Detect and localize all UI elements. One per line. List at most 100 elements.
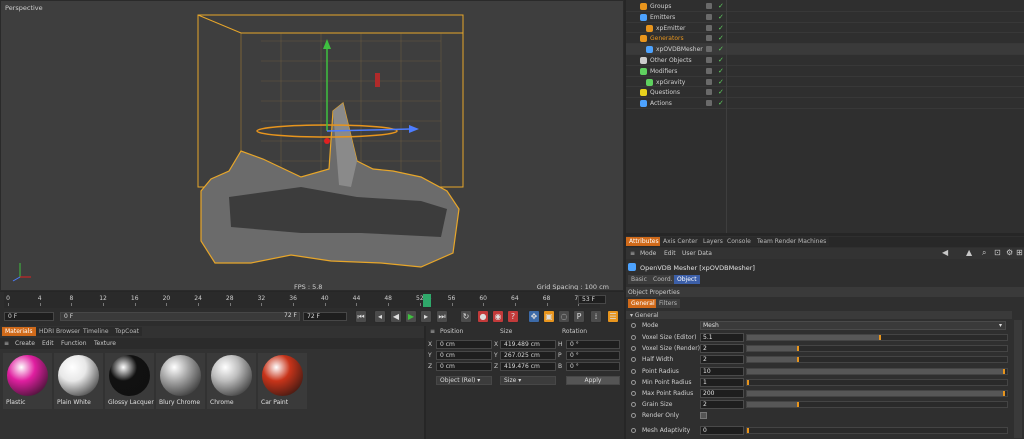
param-bullet-icon[interactable] <box>631 335 636 340</box>
layer-flag-icon[interactable] <box>706 100 712 107</box>
visibility-flags[interactable]: ✓ <box>706 34 726 43</box>
tab-console[interactable]: Console <box>724 237 754 246</box>
param-slider[interactable] <box>746 378 1008 386</box>
size-field[interactable]: 419.476 cm <box>500 362 556 371</box>
param-bullet-icon[interactable] <box>631 413 636 418</box>
enabled-check-icon[interactable]: ✓ <box>718 78 724 86</box>
menu-user-data[interactable]: User Data <box>682 250 712 257</box>
mode-select[interactable]: Mesh ▾ <box>700 321 1006 330</box>
start-frame-field[interactable]: 0 F <box>4 312 54 321</box>
param-value-field[interactable]: 2 <box>700 344 744 354</box>
end-frame-field[interactable]: 72 F <box>303 312 347 321</box>
rotation-field[interactable]: 0 ° <box>566 340 620 349</box>
param-bullet-icon[interactable] <box>631 346 636 352</box>
attr-menu-icon[interactable]: ≡ <box>630 250 635 257</box>
tab-attributes[interactable]: Attributes <box>626 237 662 246</box>
key-param-toggle[interactable]: P <box>573 310 585 323</box>
coord-mode-select[interactable]: Object (Rel) ▾ <box>436 376 492 385</box>
tab-layers[interactable]: Layers <box>700 237 726 246</box>
enabled-check-icon[interactable]: ✓ <box>718 67 724 75</box>
mesh-adaptivity-field[interactable]: 0 <box>700 426 744 435</box>
layer-flag-icon[interactable] <box>706 3 712 9</box>
param-bullet-icon[interactable] <box>631 391 636 396</box>
new-panel-icon[interactable]: ⊞ <box>1016 248 1023 257</box>
visibility-flags[interactable]: ✓ <box>706 2 726 11</box>
tab-hdri-browser[interactable]: HDRI Browser <box>36 327 84 336</box>
menu-mode[interactable]: Mode <box>640 250 656 257</box>
play-reverse-button[interactable]: ◀ <box>390 310 402 323</box>
object-row[interactable]: Generators ✓ <box>626 33 1024 45</box>
param-slider[interactable] <box>746 390 1008 397</box>
record-button[interactable]: ● <box>477 310 489 323</box>
keyframe-sel-button[interactable]: ? <box>507 310 519 323</box>
param-bullet-icon[interactable] <box>631 428 636 433</box>
play-button[interactable]: ▶ <box>405 310 417 323</box>
param-slider[interactable] <box>746 356 1008 364</box>
menu-attr-edit[interactable]: Edit <box>664 250 676 257</box>
object-row[interactable]: Groups ✓ <box>626 1 1024 12</box>
tab-object[interactable]: Object <box>674 275 700 284</box>
layer-flag-icon[interactable] <box>706 57 712 63</box>
param-bullet-icon[interactable] <box>631 402 636 408</box>
rotation-field[interactable]: 0 ° <box>566 351 620 360</box>
param-value-field[interactable]: 2 <box>700 400 744 410</box>
param-bullet-icon[interactable] <box>631 368 636 374</box>
object-row[interactable]: Emitters ✓ <box>626 12 1024 23</box>
visibility-flags[interactable]: ✓ <box>706 13 726 22</box>
enabled-check-icon[interactable]: ✓ <box>718 56 724 64</box>
mesh-adaptivity-slider[interactable] <box>746 427 1008 434</box>
tab-team-render[interactable]: Team Render Machines <box>754 237 830 246</box>
param-bullet-icon[interactable] <box>631 379 636 385</box>
up-arrow-icon[interactable]: ▲ <box>966 248 972 257</box>
menu-edit[interactable]: Edit <box>42 340 54 347</box>
search-icon[interactable]: ⌕ <box>982 248 986 258</box>
tab-timeline[interactable]: Timeline <box>80 327 112 336</box>
object-row[interactable]: Questions ✓ <box>626 87 1024 99</box>
visibility-flags[interactable]: ✓ <box>706 99 726 108</box>
param-bullet-icon[interactable] <box>631 357 636 363</box>
layer-flag-icon[interactable] <box>706 13 712 20</box>
coord-size-select[interactable]: Size ▾ <box>500 376 556 385</box>
param-slider[interactable] <box>746 367 1008 375</box>
autokey-button[interactable]: ◉ <box>492 310 504 323</box>
param-bullet-icon[interactable] <box>631 323 636 328</box>
rotation-field[interactable]: 0 ° <box>566 362 620 371</box>
object-row[interactable]: xpGravity ✓ <box>626 77 1024 88</box>
param-slider[interactable] <box>746 345 1008 353</box>
param-value-field[interactable]: 2 <box>700 355 744 365</box>
timeline-ruler[interactable]: 0481216202428323640444852535660646872 <box>4 292 600 308</box>
position-field[interactable]: 0 cm <box>436 351 492 360</box>
object-row[interactable]: Other Objects ✓ <box>626 55 1024 66</box>
key-rotation-toggle[interactable]: ◌ <box>558 310 570 323</box>
menu-create[interactable]: Create <box>15 340 35 347</box>
material-menu-toggle-icon[interactable]: ≡ <box>4 340 9 347</box>
param-value-field[interactable]: 1 <box>700 377 744 387</box>
object-row[interactable]: xpEmitter ✓ <box>626 23 1024 34</box>
playhead[interactable] <box>423 294 431 307</box>
tab-general[interactable]: General <box>628 299 658 308</box>
param-value-field[interactable]: 200 <box>700 389 744 398</box>
key-scale-toggle[interactable]: ▣ <box>543 310 555 323</box>
material-swatch[interactable]: Chrome <box>207 353 256 409</box>
visibility-flags[interactable]: ✓ <box>706 24 726 33</box>
enabled-check-icon[interactable]: ✓ <box>718 24 724 32</box>
current-frame-field[interactable]: 53 F <box>578 295 606 304</box>
range-end-field[interactable]: 72 F <box>250 312 300 321</box>
tab-axis-center[interactable]: Axis Center <box>660 237 701 246</box>
enabled-check-icon[interactable]: ✓ <box>718 45 724 53</box>
go-to-end-button[interactable]: ⏭ <box>436 310 448 323</box>
prev-key-button[interactable]: ◂ <box>374 310 386 323</box>
go-to-start-button[interactable]: ⏮ <box>355 310 367 323</box>
key-pla-toggle[interactable]: ⁞ <box>590 310 602 323</box>
tab-materials[interactable]: Materials <box>2 327 36 336</box>
object-row[interactable]: Actions ✓ <box>626 98 1024 109</box>
back-arrow-icon[interactable]: ◀ <box>942 248 948 257</box>
key-position-toggle[interactable]: ✥ <box>528 310 540 323</box>
tab-topcoat[interactable]: TopCoat <box>112 327 143 336</box>
timeline-menu-button[interactable]: ☰ <box>607 310 619 323</box>
menu-function[interactable]: Function <box>61 340 87 347</box>
param-value-field[interactable]: 5.1 <box>700 333 744 342</box>
enabled-check-icon[interactable]: ✓ <box>718 13 724 21</box>
next-key-button[interactable]: ▸ <box>420 310 432 323</box>
position-field[interactable]: 0 cm <box>436 362 492 371</box>
